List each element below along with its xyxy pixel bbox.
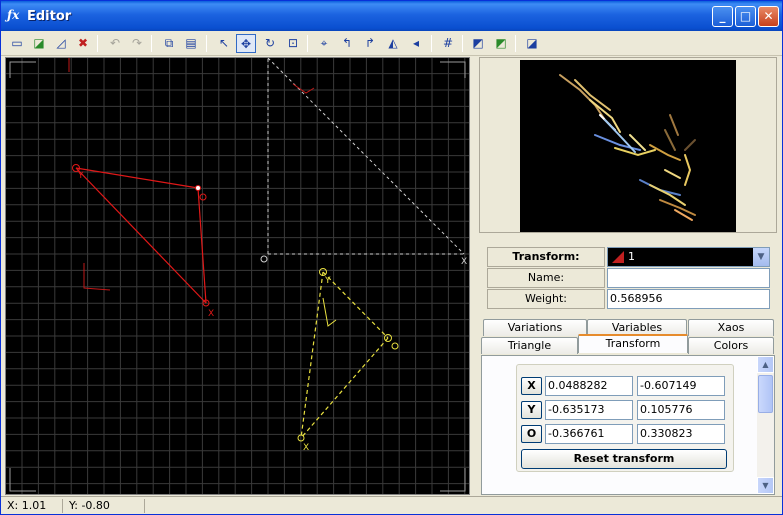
scale-icon[interactable]: ⊡ (283, 34, 303, 53)
fractal-preview (520, 60, 736, 232)
copy-icon[interactable]: ⧉ (159, 34, 179, 53)
add-transform-icon[interactable]: ◪ (29, 34, 49, 53)
toolbar-separator (307, 35, 308, 52)
scroll-down-icon[interactable]: ▼ (757, 477, 774, 494)
flip-vertical-icon[interactable]: ◂ (406, 34, 426, 53)
tab-xaos[interactable]: Xaos (688, 319, 774, 336)
panel-scrollbar[interactable]: ▲ ▼ (757, 356, 774, 494)
o-axis-button[interactable]: O (521, 425, 542, 443)
name-field[interactable] (607, 268, 770, 288)
rotate-icon[interactable]: ↻ (260, 34, 280, 53)
editor-tabs: Variations Variables Xaos Triangle Trans… (479, 317, 779, 357)
y2-field[interactable]: 0.105776 (637, 400, 725, 420)
rotate-right-icon[interactable]: ↱ (360, 34, 380, 53)
post-transform-icon[interactable]: ◪ (522, 34, 542, 53)
toolbar-separator (97, 35, 98, 52)
maximize-button[interactable]: □ (735, 6, 756, 27)
x-axis-button[interactable]: X (521, 377, 542, 395)
red-markers (68, 58, 315, 291)
canvas-svg: X Y X Y X (6, 58, 469, 494)
new-icon[interactable]: ▭ (7, 34, 27, 53)
reset-icon[interactable]: ◩ (468, 34, 488, 53)
red-x-marker: X (208, 309, 214, 319)
red-vertex-selected[interactable] (195, 185, 201, 191)
yellow-y-marker: Y (324, 276, 331, 286)
transform-color-icon (612, 251, 624, 263)
tab-colors[interactable]: Colors (688, 337, 774, 354)
variation-icon[interactable]: ◩ (491, 34, 511, 53)
view-corners (9, 61, 466, 492)
undo-icon[interactable]: ↶ (105, 34, 125, 53)
toolbar-separator (206, 35, 207, 52)
weight-field[interactable]: 0.568956 (607, 289, 770, 309)
tab-triangle[interactable]: Triangle (481, 337, 578, 354)
yellow-vertex-o2[interactable] (391, 342, 399, 350)
tab-transform[interactable]: Transform (578, 334, 688, 353)
yellow-transform-triangle[interactable] (300, 271, 389, 439)
transform-tab-panel: X 0.0488282 -0.607149 Y -0.635173 0.1057… (481, 355, 775, 495)
canvas-grid (6, 58, 469, 494)
app-icon: ƒx (7, 8, 20, 22)
name-label: Name: (487, 268, 605, 288)
y1-field[interactable]: -0.635173 (545, 400, 633, 420)
flip-horizontal-icon[interactable]: ◭ (383, 34, 403, 53)
status-bar: X: 1.01 Y: -0.80 (1, 496, 782, 514)
status-x: X: 1.01 (3, 499, 63, 513)
reference-origin-marker[interactable] (260, 255, 268, 263)
move-icon[interactable]: ✥ (236, 34, 256, 53)
red-vertex-o[interactable] (199, 193, 207, 201)
paste-icon[interactable]: ▤ (181, 34, 201, 53)
scroll-thumb[interactable] (758, 375, 773, 413)
toolbar-separator (151, 35, 152, 52)
toolbar-separator (462, 35, 463, 52)
redo-icon[interactable]: ↷ (127, 34, 147, 53)
rotate-left-icon[interactable]: ↰ (337, 34, 357, 53)
weight-row: Weight: 0.568956 (487, 289, 771, 309)
reference-x-marker: X (461, 257, 467, 267)
minimize-button[interactable]: _ (712, 6, 733, 27)
red-y-marker: Y (77, 171, 84, 181)
transform-select[interactable]: 1 ▼ (607, 247, 770, 267)
triangle-editor-canvas[interactable]: X Y X Y X (5, 57, 470, 495)
weight-label: Weight: (487, 289, 605, 309)
name-row: Name: (487, 268, 771, 288)
close-button[interactable]: ✕ (758, 6, 779, 27)
transform-select-value: 1 (628, 250, 635, 263)
tab-variations[interactable]: Variations (483, 319, 587, 336)
o2-field[interactable]: 0.330823 (637, 424, 725, 444)
title-bar[interactable]: ƒx Editor _ □ ✕ (1, 1, 782, 31)
reset-transform-button[interactable]: Reset transform (521, 449, 727, 469)
x2-field[interactable]: -0.607149 (637, 376, 725, 396)
window-title: Editor (27, 9, 72, 24)
toolbar: ▭ ◪ ◿ ✖ ↶ ↷ ⧉ ▤ ↖ ✥ ↻ ⊡ ⌖ ↰ ↱ ◭ ◂ # ◩ ◩ … (1, 31, 782, 56)
right-panel: Transform: 1 ▼ Name: Weight: 0.568956 Va… (479, 57, 779, 495)
editor-window: ƒx Editor _ □ ✕ ▭ ◪ ◿ ✖ ↶ ↷ ⧉ ▤ ↖ ✥ ↻ ⊡ … (0, 0, 783, 515)
transform-label: Transform: (487, 247, 605, 267)
transform-row: Transform: 1 ▼ (487, 247, 771, 267)
pivot-icon[interactable]: ⌖ (314, 34, 334, 53)
status-y: Y: -0.80 (65, 499, 145, 513)
preview-frame (479, 57, 777, 233)
fractal-preview-image (559, 74, 696, 221)
y-axis-button[interactable]: Y (521, 401, 542, 419)
toolbar-separator (515, 35, 516, 52)
delete-icon[interactable]: ✖ (73, 34, 93, 53)
duplicate-icon[interactable]: ◿ (51, 34, 71, 53)
grid-icon[interactable]: # (438, 34, 458, 53)
select-icon[interactable]: ↖ (214, 34, 234, 53)
chevron-down-icon[interactable]: ▼ (753, 248, 769, 266)
x1-field[interactable]: 0.0488282 (545, 376, 633, 396)
scroll-up-icon[interactable]: ▲ (757, 356, 774, 373)
yellow-x-marker: X (303, 443, 309, 453)
o1-field[interactable]: -0.366761 (545, 424, 633, 444)
toolbar-separator (431, 35, 432, 52)
coefficients-group: X 0.0488282 -0.607149 Y -0.635173 0.1057… (516, 364, 734, 472)
